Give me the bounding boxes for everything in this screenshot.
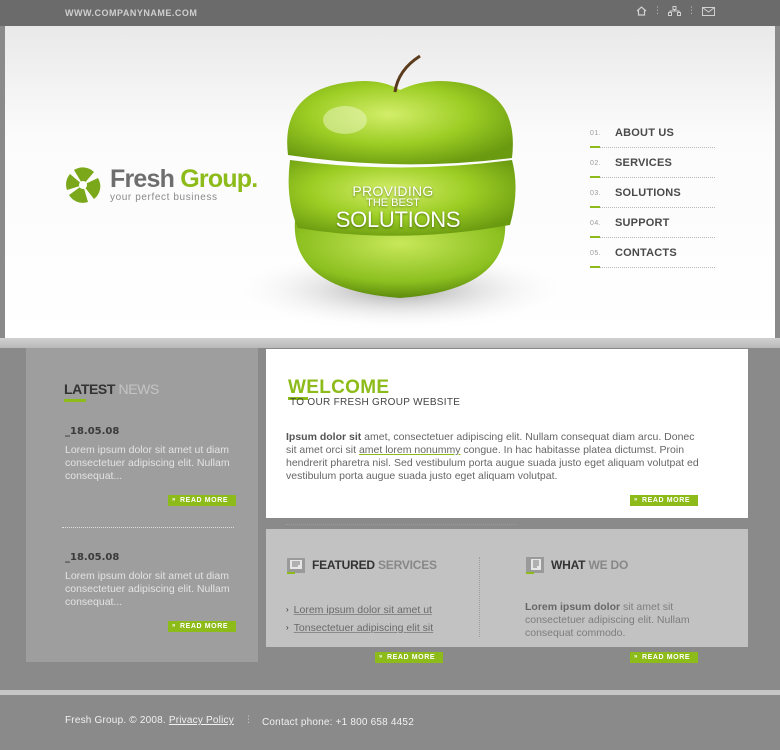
featured-services-list: › Lorem ipsum dolor sit amet ut › Tonsec… — [286, 601, 433, 637]
nav-item-number: 03. — [590, 190, 602, 197]
latest-news-panel: LATEST NEWS _18.05.08 Lorem ipsum dolor … — [26, 348, 258, 662]
footer-separator: ⋮ — [244, 715, 253, 725]
featured-read-more-button[interactable]: » READ MORE — [375, 652, 443, 663]
nav-item-label: SERVICES — [615, 156, 673, 169]
double-chevron-icon: » — [172, 623, 176, 629]
logo-flower-icon — [66, 167, 101, 203]
footer-copyright: Fresh Group. © 2008. Privacy Policy — [65, 715, 234, 726]
list-item[interactable]: › Lorem ipsum dolor sit amet ut — [286, 601, 433, 619]
what-we-do-heading: WHAT WE DO — [525, 556, 628, 574]
nav-item-number: 02. — [590, 160, 602, 167]
nav-item-label: SUPPORT — [615, 216, 670, 229]
news-item: _18.05.08 Lorem ipsum dolor sit amet ut … — [65, 552, 245, 609]
welcome-subtitle: TO OUR FRESH GROUP WEBSITE — [290, 397, 461, 408]
news-divider — [62, 527, 234, 528]
nav-item-number: 01. — [590, 130, 602, 137]
nav-item-label: SOLUTIONS — [615, 186, 681, 199]
nav-item-about-us[interactable]: 01. ABOUT US — [590, 118, 715, 148]
footer-contact-phone: Contact phone: +1 800 658 4452 — [262, 717, 414, 728]
arrow-right-icon: › — [286, 623, 289, 632]
nav-item-label: CONTACTS — [615, 246, 677, 259]
news-date: _18.05.08 — [65, 426, 120, 437]
news-text: Lorem ipsum dolor sit amet ut diam conse… — [65, 570, 230, 608]
top-icons: ⋮ ⋮ — [636, 6, 715, 16]
welcome-inline-link[interactable]: amet lorem nonummy — [359, 444, 461, 456]
icon-separator: ⋮ — [687, 6, 696, 16]
features-panel: FEATURED SERVICES › Lorem ipsum dolor si… — [266, 529, 748, 647]
featured-services-heading: FEATURED SERVICES — [286, 556, 437, 574]
mail-icon[interactable] — [702, 6, 715, 16]
welcome-title: WELCOME — [288, 377, 390, 398]
news-date: _18.05.08 — [65, 552, 120, 563]
site-url: WWW.COMPANYNAME.COM — [65, 8, 198, 18]
nav-item-number: 05. — [590, 250, 602, 257]
news-read-more-button[interactable]: » READ MORE — [168, 621, 236, 632]
news-read-more-button[interactable]: » READ MORE — [168, 495, 236, 506]
double-chevron-icon: » — [172, 497, 176, 503]
hero-divider — [0, 338, 780, 348]
document-icon — [287, 558, 305, 574]
list-item[interactable]: › Tonsectetuer adipiscing elit sit — [286, 619, 433, 637]
nav-item-label: ABOUT US — [615, 126, 675, 139]
latest-news-title: LATEST NEWS — [64, 381, 159, 402]
news-item: _18.05.08 Lorem ipsum dolor sit amet ut … — [65, 426, 245, 483]
news-text: Lorem ipsum dolor sit amet ut diam conse… — [65, 444, 230, 482]
privacy-policy-link[interactable]: Privacy Policy — [169, 715, 234, 726]
arrow-right-icon: › — [286, 605, 289, 614]
features-top-divider — [286, 524, 516, 525]
welcome-panel: WELCOME TO OUR FRESH GROUP WEBSITE Ipsum… — [266, 349, 748, 518]
main-nav: 01. ABOUT US 02. SERVICES 03. SOLUTIONS … — [590, 118, 715, 268]
hero-line-3: SOLUTIONS — [335, 207, 461, 232]
welcome-read-more-button[interactable]: » READ MORE — [630, 495, 698, 506]
double-chevron-icon: » — [634, 497, 638, 503]
home-icon[interactable] — [636, 6, 647, 16]
what-we-do-text: Lorem ipsum dolor sit amet sit consectet… — [525, 601, 690, 639]
column-divider — [479, 557, 480, 637]
footer: Fresh Group. © 2008. Privacy Policy ⋮ Co… — [0, 695, 780, 750]
nav-item-services[interactable]: 02. SERVICES — [590, 148, 715, 178]
double-chevron-icon: » — [379, 654, 383, 660]
double-chevron-icon: » — [634, 654, 638, 660]
welcome-text: Ipsum dolor sit amet, consectetuer adipi… — [286, 431, 699, 482]
nav-item-number: 04. — [590, 220, 602, 227]
icon-separator: ⋮ — [653, 6, 662, 16]
sitemap-icon[interactable] — [668, 6, 681, 16]
top-bar: WWW.COMPANYNAME.COM ⋮ ⋮ — [0, 0, 780, 26]
title-accent-bar — [64, 399, 86, 402]
nav-item-contacts[interactable]: 05. CONTACTS — [590, 238, 715, 268]
notes-icon — [526, 557, 544, 574]
what-we-do-read-more-button[interactable]: » READ MORE — [630, 652, 698, 663]
nav-item-support[interactable]: 04. SUPPORT — [590, 208, 715, 238]
nav-item-solutions[interactable]: 03. SOLUTIONS — [590, 178, 715, 208]
